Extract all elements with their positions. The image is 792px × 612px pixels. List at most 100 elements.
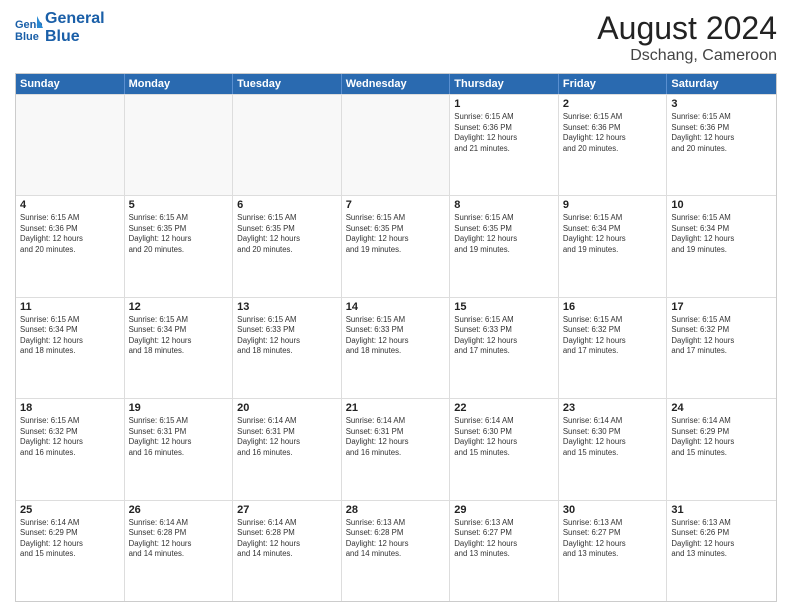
day-number: 14	[346, 301, 446, 313]
day-number: 18	[20, 402, 120, 414]
day-info: Sunrise: 6:15 AM Sunset: 6:32 PM Dayligh…	[671, 315, 772, 357]
day-info: Sunrise: 6:14 AM Sunset: 6:28 PM Dayligh…	[237, 518, 337, 560]
day-info: Sunrise: 6:13 AM Sunset: 6:26 PM Dayligh…	[671, 518, 772, 560]
calendar-cell: 27 Sunrise: 6:14 AM Sunset: 6:28 PM Dayli…	[233, 501, 342, 601]
day-info: Sunrise: 6:15 AM Sunset: 6:33 PM Dayligh…	[346, 315, 446, 357]
day-info: Sunrise: 6:14 AM Sunset: 6:30 PM Dayligh…	[454, 416, 554, 458]
day-info: Sunrise: 6:15 AM Sunset: 6:36 PM Dayligh…	[20, 213, 120, 255]
day-number: 30	[563, 504, 663, 516]
logo: General Blue General Blue	[15, 10, 105, 47]
calendar-cell: 8 Sunrise: 6:15 AM Sunset: 6:35 PM Daylig…	[450, 196, 559, 296]
calendar-header: SundayMondayTuesdayWednesdayThursdayFrid…	[16, 74, 776, 94]
day-info: Sunrise: 6:15 AM Sunset: 6:34 PM Dayligh…	[20, 315, 120, 357]
calendar-page: General Blue General Blue August 2024 Ds…	[0, 0, 792, 612]
calendar-cell: 18 Sunrise: 6:15 AM Sunset: 6:32 PM Dayli…	[16, 399, 125, 499]
day-number: 8	[454, 199, 554, 211]
calendar-cell: 25 Sunrise: 6:14 AM Sunset: 6:29 PM Dayli…	[16, 501, 125, 601]
calendar-cell: 28 Sunrise: 6:13 AM Sunset: 6:28 PM Dayli…	[342, 501, 451, 601]
calendar-cell: 14 Sunrise: 6:15 AM Sunset: 6:33 PM Dayli…	[342, 298, 451, 398]
day-info: Sunrise: 6:15 AM Sunset: 6:36 PM Dayligh…	[454, 112, 554, 154]
day-number: 11	[20, 301, 120, 313]
calendar-cell: 19 Sunrise: 6:15 AM Sunset: 6:31 PM Dayli…	[125, 399, 234, 499]
day-number: 16	[563, 301, 663, 313]
day-info: Sunrise: 6:13 AM Sunset: 6:27 PM Dayligh…	[454, 518, 554, 560]
day-number: 6	[237, 199, 337, 211]
day-number: 2	[563, 98, 663, 110]
day-number: 7	[346, 199, 446, 211]
day-number: 15	[454, 301, 554, 313]
day-info: Sunrise: 6:14 AM Sunset: 6:31 PM Dayligh…	[237, 416, 337, 458]
day-info: Sunrise: 6:15 AM Sunset: 6:33 PM Dayligh…	[237, 315, 337, 357]
day-number: 21	[346, 402, 446, 414]
day-info: Sunrise: 6:15 AM Sunset: 6:36 PM Dayligh…	[671, 112, 772, 154]
calendar-cell: 22 Sunrise: 6:14 AM Sunset: 6:30 PM Dayli…	[450, 399, 559, 499]
day-number: 28	[346, 504, 446, 516]
calendar-cell: 1Sunrise: 6:15 AM Sunset: 6:36 PM Daylig…	[450, 95, 559, 195]
calendar-row: 11 Sunrise: 6:15 AM Sunset: 6:34 PM Dayli…	[16, 297, 776, 398]
day-info: Sunrise: 6:15 AM Sunset: 6:35 PM Dayligh…	[454, 213, 554, 255]
day-info: Sunrise: 6:15 AM Sunset: 6:34 PM Dayligh…	[671, 213, 772, 255]
calendar-cell: 3 Sunrise: 6:15 AM Sunset: 6:36 PM Daylig…	[667, 95, 776, 195]
calendar-cell: 13 Sunrise: 6:15 AM Sunset: 6:33 PM Dayli…	[233, 298, 342, 398]
calendar-cell: 23 Sunrise: 6:14 AM Sunset: 6:30 PM Dayli…	[559, 399, 668, 499]
calendar-cell	[16, 95, 125, 195]
calendar: SundayMondayTuesdayWednesdayThursdayFrid…	[15, 73, 777, 602]
day-info: Sunrise: 6:15 AM Sunset: 6:35 PM Dayligh…	[237, 213, 337, 255]
day-number: 12	[129, 301, 229, 313]
header: General Blue General Blue August 2024 Ds…	[15, 10, 777, 65]
day-number: 17	[671, 301, 772, 313]
calendar-cell: 7 Sunrise: 6:15 AM Sunset: 6:35 PM Daylig…	[342, 196, 451, 296]
day-info: Sunrise: 6:15 AM Sunset: 6:31 PM Dayligh…	[129, 416, 229, 458]
day-number: 5	[129, 199, 229, 211]
calendar-cell: 2 Sunrise: 6:15 AM Sunset: 6:36 PM Daylig…	[559, 95, 668, 195]
weekday-header: Wednesday	[342, 74, 451, 94]
day-number: 4	[20, 199, 120, 211]
calendar-cell: 29Sunrise: 6:13 AM Sunset: 6:27 PM Dayli…	[450, 501, 559, 601]
day-number: 9	[563, 199, 663, 211]
calendar-row: 25 Sunrise: 6:14 AM Sunset: 6:29 PM Dayli…	[16, 500, 776, 601]
day-number: 23	[563, 402, 663, 414]
day-info: Sunrise: 6:15 AM Sunset: 6:34 PM Dayligh…	[129, 315, 229, 357]
day-number: 27	[237, 504, 337, 516]
day-number: 20	[237, 402, 337, 414]
day-number: 13	[237, 301, 337, 313]
calendar-cell	[233, 95, 342, 195]
calendar-cell: 9 Sunrise: 6:15 AM Sunset: 6:34 PM Daylig…	[559, 196, 668, 296]
day-info: Sunrise: 6:14 AM Sunset: 6:30 PM Dayligh…	[563, 416, 663, 458]
calendar-row: 18 Sunrise: 6:15 AM Sunset: 6:32 PM Dayli…	[16, 398, 776, 499]
day-info: Sunrise: 6:14 AM Sunset: 6:29 PM Dayligh…	[20, 518, 120, 560]
day-number: 19	[129, 402, 229, 414]
day-number: 22	[454, 402, 554, 414]
day-info: Sunrise: 6:15 AM Sunset: 6:32 PM Dayligh…	[563, 315, 663, 357]
calendar-cell: 10 Sunrise: 6:15 AM Sunset: 6:34 PM Dayli…	[667, 196, 776, 296]
calendar-row: 4 Sunrise: 6:15 AM Sunset: 6:36 PM Daylig…	[16, 195, 776, 296]
calendar-cell: 30 Sunrise: 6:13 AM Sunset: 6:27 PM Dayli…	[559, 501, 668, 601]
day-number: 3	[671, 98, 772, 110]
main-title: August 2024	[597, 10, 777, 47]
calendar-cell: 31Sunrise: 6:13 AM Sunset: 6:26 PM Dayli…	[667, 501, 776, 601]
calendar-cell: 24Sunrise: 6:14 AM Sunset: 6:29 PM Dayli…	[667, 399, 776, 499]
day-number: 10	[671, 199, 772, 211]
day-info: Sunrise: 6:15 AM Sunset: 6:34 PM Dayligh…	[563, 213, 663, 255]
day-info: Sunrise: 6:14 AM Sunset: 6:28 PM Dayligh…	[129, 518, 229, 560]
day-info: Sunrise: 6:15 AM Sunset: 6:36 PM Dayligh…	[563, 112, 663, 154]
day-info: Sunrise: 6:13 AM Sunset: 6:28 PM Dayligh…	[346, 518, 446, 560]
calendar-cell: 26Sunrise: 6:14 AM Sunset: 6:28 PM Dayli…	[125, 501, 234, 601]
day-info: Sunrise: 6:15 AM Sunset: 6:32 PM Dayligh…	[20, 416, 120, 458]
day-info: Sunrise: 6:14 AM Sunset: 6:29 PM Dayligh…	[671, 416, 772, 458]
svg-text:Blue: Blue	[15, 31, 39, 42]
day-info: Sunrise: 6:15 AM Sunset: 6:35 PM Dayligh…	[346, 213, 446, 255]
day-info: Sunrise: 6:15 AM Sunset: 6:33 PM Dayligh…	[454, 315, 554, 357]
day-info: Sunrise: 6:14 AM Sunset: 6:31 PM Dayligh…	[346, 416, 446, 458]
calendar-cell: 11 Sunrise: 6:15 AM Sunset: 6:34 PM Dayli…	[16, 298, 125, 398]
day-info: Sunrise: 6:13 AM Sunset: 6:27 PM Dayligh…	[563, 518, 663, 560]
weekday-header: Saturday	[667, 74, 776, 94]
calendar-row: 1Sunrise: 6:15 AM Sunset: 6:36 PM Daylig…	[16, 94, 776, 195]
title-block: August 2024 Dschang, Cameroon	[597, 10, 777, 65]
weekday-header: Thursday	[450, 74, 559, 94]
calendar-cell: 6 Sunrise: 6:15 AM Sunset: 6:35 PM Daylig…	[233, 196, 342, 296]
calendar-cell: 16 Sunrise: 6:15 AM Sunset: 6:32 PM Dayli…	[559, 298, 668, 398]
weekday-header: Sunday	[16, 74, 125, 94]
day-number: 25	[20, 504, 120, 516]
calendar-body: 1Sunrise: 6:15 AM Sunset: 6:36 PM Daylig…	[16, 94, 776, 601]
